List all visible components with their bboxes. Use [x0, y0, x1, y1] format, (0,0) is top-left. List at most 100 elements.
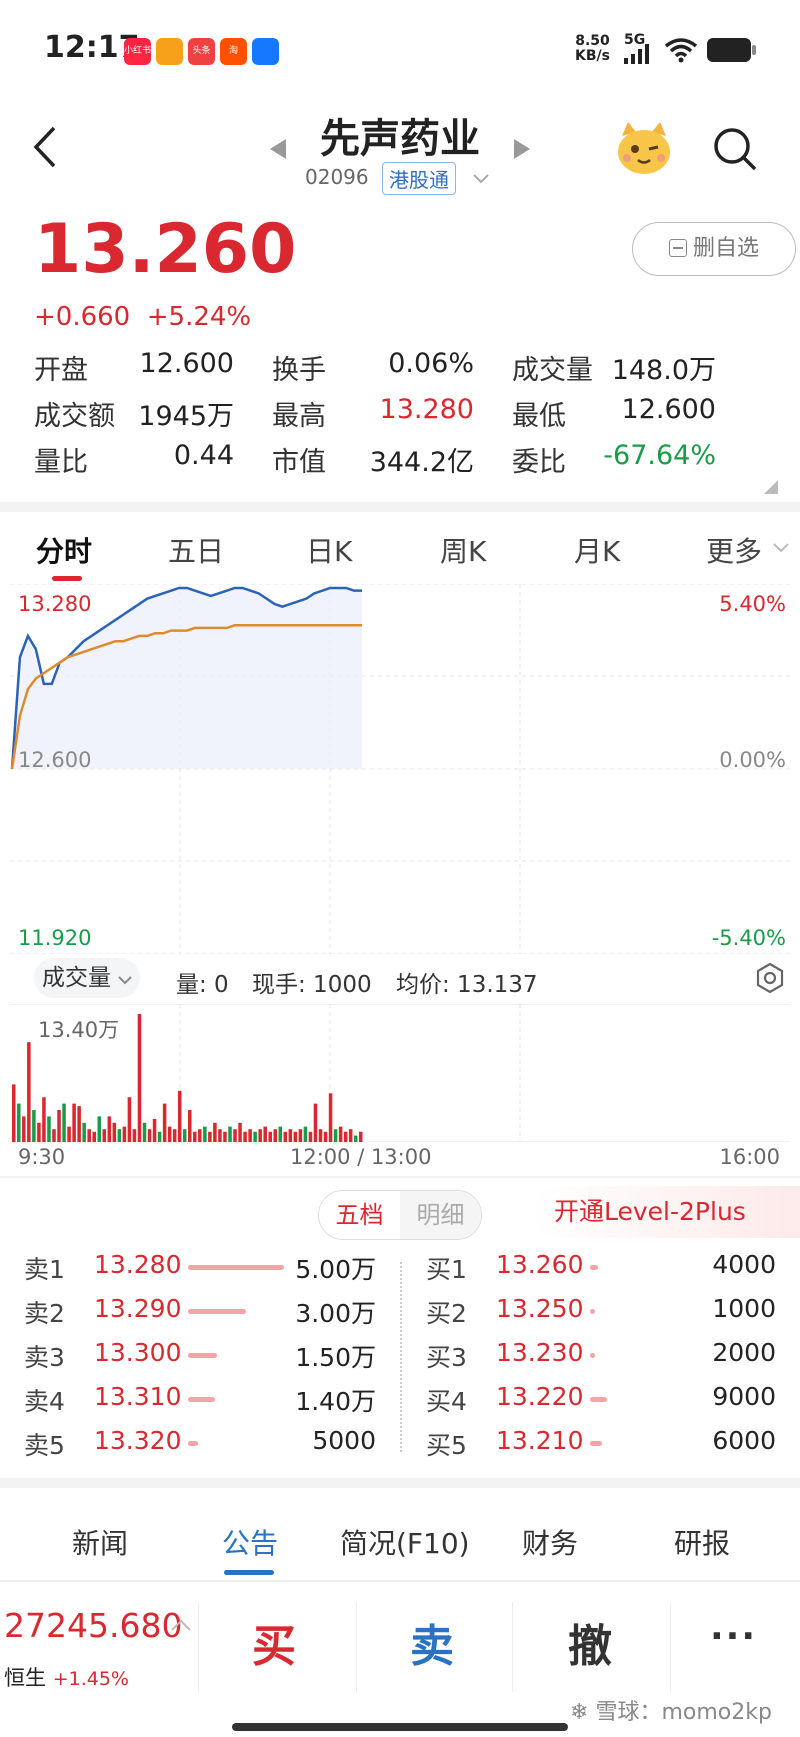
settings-hexagon-icon [756, 962, 784, 994]
info-tab[interactable]: 财务 [522, 1522, 578, 1562]
volume-bar [358, 1131, 363, 1142]
expand-corner-icon[interactable] [764, 480, 778, 494]
volume-bar [157, 1131, 162, 1142]
volume-bar [42, 1097, 46, 1142]
volume-bar [92, 1131, 96, 1142]
volume-bar [203, 1126, 207, 1142]
bid-price[interactable]: 13.210 [496, 1426, 583, 1455]
ask-volume-bar [188, 1353, 217, 1358]
market-tag[interactable]: 港股通 [382, 162, 456, 195]
sell-button[interactable]: 卖 [410, 1610, 454, 1674]
cancel-order-button[interactable]: 撤 [568, 1610, 612, 1674]
volume-bar [12, 1084, 16, 1142]
y-label-high: 13.280 [18, 592, 92, 616]
y-pct-low: -5.40% [711, 926, 786, 950]
volume-bar [62, 1103, 66, 1142]
more-actions-button[interactable]: ··· [710, 1616, 757, 1657]
index-value[interactable]: 27245.680 [4, 1606, 182, 1645]
divider [670, 1602, 671, 1692]
chart-tab[interactable]: 更多 [706, 530, 762, 570]
intraday-price-chart[interactable] [10, 584, 790, 954]
ask-volume: 3.00万 [295, 1299, 376, 1328]
search-button[interactable] [712, 126, 758, 176]
bid-label: 买4 [426, 1387, 467, 1416]
bid-label: 买1 [426, 1255, 467, 1284]
orderbook-divider [400, 1262, 402, 1452]
info-tab[interactable]: 新闻 [72, 1522, 128, 1562]
volume-bar [172, 1129, 177, 1142]
active-tab-indicator [52, 576, 82, 581]
ask-volume: 5000 [312, 1426, 376, 1455]
wifi-icon [664, 38, 698, 63]
y-label-mid: 12.600 [18, 748, 92, 772]
volume-bar [77, 1106, 81, 1142]
volume-bar [278, 1126, 283, 1142]
chart-tab[interactable]: 周K [440, 530, 486, 570]
volume-bar [218, 1129, 222, 1142]
volume-bar [52, 1129, 56, 1142]
chart-tab[interactable]: 日K [306, 530, 352, 570]
ask-volume-bar [188, 1397, 215, 1402]
divider [198, 1602, 199, 1692]
ask-price[interactable]: 13.310 [94, 1382, 181, 1411]
ask-volume: 1.40万 [295, 1387, 376, 1416]
info-tab[interactable]: 简况(F10) [340, 1522, 470, 1562]
chart-tab[interactable]: 五日 [168, 530, 224, 570]
bid-price[interactable]: 13.260 [496, 1250, 583, 1279]
chart-tab[interactable]: 分时 [36, 530, 92, 570]
volume-max-label: 13.40万 [38, 1018, 120, 1042]
home-indicator[interactable] [232, 1723, 568, 1731]
ask-price[interactable]: 13.280 [94, 1250, 181, 1279]
ask-price[interactable]: 13.300 [94, 1338, 181, 1367]
volume-bar [162, 1103, 167, 1142]
snowball-logo-icon: ❄ [570, 1700, 589, 1725]
volume-bar [228, 1126, 232, 1142]
volume-bar [97, 1116, 102, 1142]
tab-five-level[interactable]: 五档 [319, 1191, 400, 1239]
stat-value: 0.44 [173, 440, 234, 471]
chart-tab[interactable]: 月K [574, 530, 620, 570]
indicator-selector[interactable]: 成交量 [34, 958, 141, 998]
ask-label: 卖1 [24, 1255, 65, 1284]
volume-bar [47, 1116, 51, 1142]
volume-bar [112, 1122, 117, 1142]
current-price: 13.260 [34, 210, 297, 289]
bid-price[interactable]: 13.220 [496, 1382, 583, 1411]
chevron-up-icon[interactable] [170, 1618, 192, 1632]
minus-box-icon [668, 239, 687, 257]
stat-label: 最低 [512, 401, 566, 432]
net-speed-value: 8.50 [575, 33, 610, 49]
volume-bar [318, 1129, 323, 1142]
chart-settings-button[interactable] [754, 962, 786, 998]
volume-bar [107, 1116, 112, 1142]
volume-bar [57, 1110, 61, 1142]
market-dropdown-button[interactable] [472, 170, 490, 189]
weibo-app-icon [156, 38, 183, 65]
info-tab[interactable]: 研报 [674, 1522, 730, 1562]
mascot-icon [618, 122, 670, 174]
bid-price[interactable]: 13.250 [496, 1294, 583, 1323]
mascot-button[interactable] [614, 118, 674, 182]
remove-watchlist-button[interactable]: 删自选 [632, 222, 796, 276]
ask-price[interactable]: 13.290 [94, 1294, 181, 1323]
x-tick-mid: 12:00 / 13:00 [290, 1145, 432, 1169]
bid-volume: 6000 [712, 1426, 776, 1455]
volume-chart[interactable] [10, 1004, 790, 1142]
buy-button[interactable]: 买 [252, 1610, 296, 1674]
stat-label: 成交额 [34, 401, 115, 432]
ask-price[interactable]: 13.320 [94, 1426, 181, 1455]
divider [512, 1602, 513, 1692]
info-tab[interactable]: 公告 [222, 1522, 278, 1562]
bid-price[interactable]: 13.230 [496, 1338, 583, 1367]
y-pct-mid: 0.00% [719, 748, 786, 772]
bid-volume: 4000 [712, 1250, 776, 1279]
chevron-down-icon [118, 976, 133, 985]
stat-value: 148.0万 [611, 355, 716, 386]
volume-bar [67, 1126, 71, 1142]
volume-bar [87, 1129, 91, 1142]
level2-upgrade-button[interactable]: 开通Level-2Plus [532, 1186, 800, 1238]
tab-detail[interactable]: 明细 [400, 1191, 481, 1239]
volume-last: 现手: 1000 [252, 972, 372, 998]
ask-label: 卖2 [24, 1299, 65, 1328]
stat-value: 13.280 [379, 394, 474, 425]
